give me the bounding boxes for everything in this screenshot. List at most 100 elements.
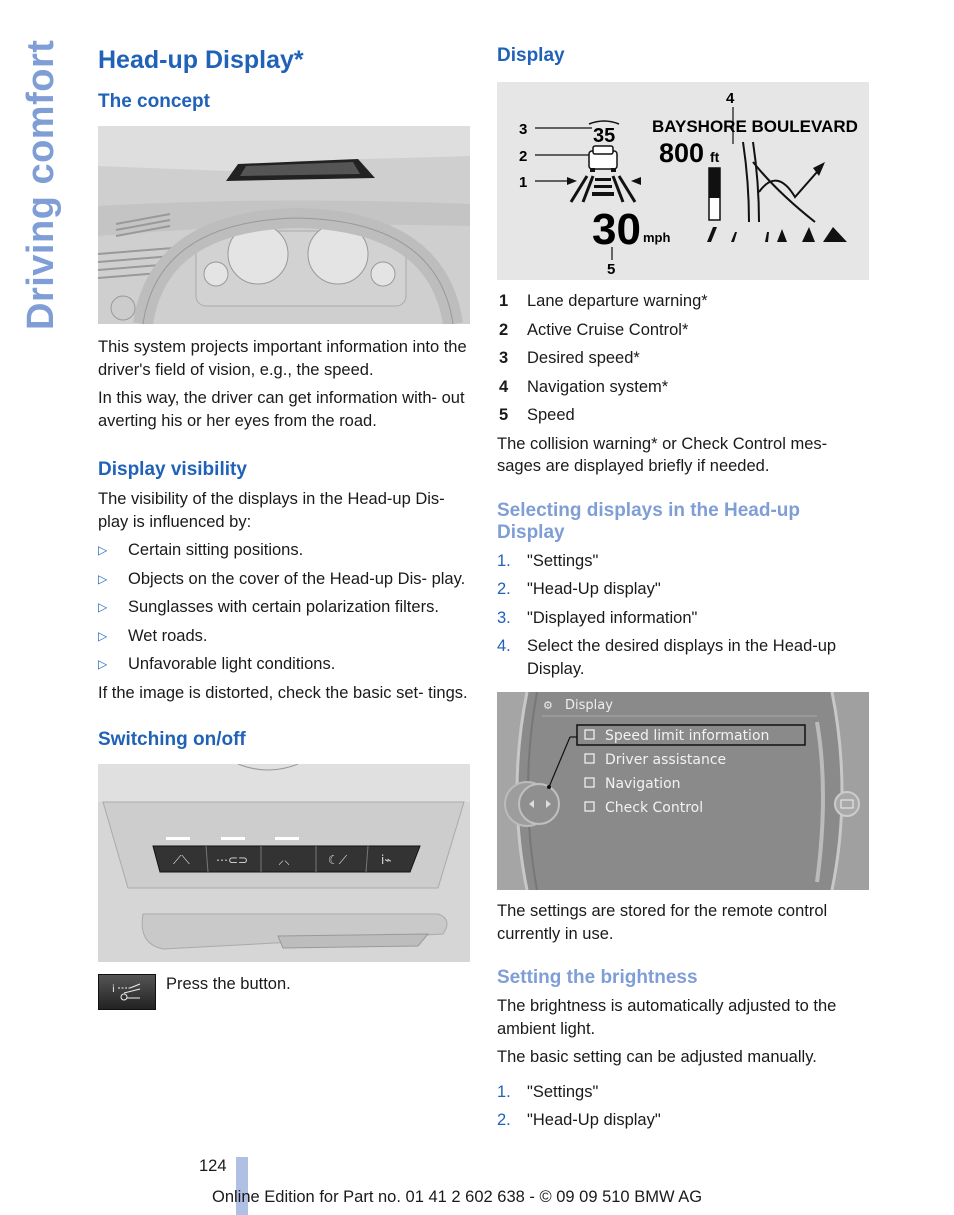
callout-5: 5 xyxy=(607,261,615,278)
concept-paragraph-2: In this way, the driver can get informat… xyxy=(98,389,465,430)
legend-text: Navigation system* xyxy=(527,377,669,396)
press-button-text: Press the button. xyxy=(166,975,291,993)
step-number: 2. xyxy=(497,1111,511,1129)
menu-item-navigation: Navigation xyxy=(605,776,681,792)
collision-warning-icon: ⋯⊂⊃ xyxy=(216,853,248,867)
brightness-heading: Setting the brightness xyxy=(497,967,698,988)
legend-item: 1 Lane departure warning* xyxy=(497,290,869,313)
step-item: 2. "Head-Up display" xyxy=(497,578,869,601)
list-item-text: Certain sitting positions. xyxy=(128,541,304,559)
triangle-bullet-icon: ▷ xyxy=(98,571,108,586)
callout-2: 2 xyxy=(519,148,527,165)
street-name: BAYSHORE BOULEVARD xyxy=(652,117,858,136)
concept-paragraph-1: This system projects important informati… xyxy=(98,338,467,379)
menu-item-check-control: Check Control xyxy=(605,800,703,816)
list-item: ▷ Objects on the cover of the Head-up Dis… xyxy=(98,568,470,591)
triangle-bullet-icon: ▷ xyxy=(98,600,108,614)
legend-item: 4 Navigation system* xyxy=(497,376,869,399)
list-item-text: Unfavorable light conditions. xyxy=(128,655,336,673)
night-vision-icon: ☾⟋ xyxy=(328,853,348,867)
svg-text:i: i xyxy=(112,984,115,995)
visibility-heading: Display visibility xyxy=(98,459,247,480)
legend-item: 2 Active Cruise Control* xyxy=(497,319,869,342)
high-beam-icon: ⸝⸜ xyxy=(278,853,290,867)
distance-unit: ft xyxy=(710,149,720,165)
step-item: 4. Select the desired displays in the Hea… xyxy=(497,635,869,680)
step-text: "Head-Up display" xyxy=(527,580,661,598)
legend-number: 5 xyxy=(499,406,509,424)
legend-number: 3 xyxy=(499,349,509,367)
concept-heading: The concept xyxy=(98,91,210,112)
step-item: 1. "Settings" xyxy=(497,1081,869,1104)
legend-text: Desired speed* xyxy=(527,349,640,367)
step-text: Select the desired displays in the Head-… xyxy=(527,637,837,678)
menu-item-driver-assistance: Driver assistance xyxy=(605,752,726,768)
chapter-side-title: Driving comfort xyxy=(20,39,62,330)
visibility-note: If the image is distorted, check the bas… xyxy=(98,683,468,702)
list-item-text: Wet roads. xyxy=(128,626,208,645)
list-item-text: Objects on the cover of the Head-up Dis-… xyxy=(128,569,466,588)
idrive-screen-figure: ⚙ Display Speed limit information Driver… xyxy=(497,692,869,890)
step-item: 1. "Settings" xyxy=(497,550,869,573)
hud-legend-list: 1 Lane departure warning* 2 Active Cruise … xyxy=(497,290,869,427)
settings-gear-icon: ⚙ xyxy=(543,699,553,712)
list-item: ▷ Wet roads. xyxy=(98,625,470,648)
callout-1: 1 xyxy=(519,174,527,191)
distance-value: 800 xyxy=(659,138,704,168)
legend-number: 2 xyxy=(499,320,509,339)
step-text: "Settings" xyxy=(527,551,599,570)
hud-icon: i⌁ xyxy=(381,853,392,867)
options-button xyxy=(834,791,860,817)
step-number: 3. xyxy=(497,608,511,627)
head-up-display-icon: i xyxy=(112,983,141,1001)
step-item: 2. "Head-Up display" xyxy=(497,1109,869,1132)
brightness-steps: 1. "Settings" 2. "Head-Up display" xyxy=(497,1081,869,1132)
idrive-screen: ⚙ Display Speed limit information Driver… xyxy=(497,692,869,890)
brightness-paragraph-2: The basic setting can be adjusted manual… xyxy=(497,1048,817,1066)
legend-text: Speed xyxy=(527,406,575,424)
brightness-paragraph-1: The brightness is automatically adjusted… xyxy=(497,997,837,1038)
triangle-bullet-icon: ▷ xyxy=(98,628,108,643)
current-speed-value: 30 xyxy=(592,205,641,254)
edition-footer: Online Edition for Part no. 01 41 2 602 … xyxy=(212,1188,703,1206)
desired-speed-value: 35 xyxy=(593,125,615,147)
triangle-bullet-icon: ▷ xyxy=(98,657,108,671)
callout-3: 3 xyxy=(519,121,527,138)
step-number: 1. xyxy=(497,551,511,570)
switching-heading: Switching on/off xyxy=(98,729,246,750)
legend-item: 3 Desired speed* xyxy=(497,347,869,370)
step-item: 3. "Displayed information" xyxy=(497,607,869,630)
legend-item: 5 Speed xyxy=(497,404,869,427)
menu-item-speed-limit: Speed limit information xyxy=(605,728,769,744)
list-item: ▷ Sunglasses with certain polarization fi… xyxy=(98,596,470,619)
selecting-heading: Selecting displays in the Head-up Displa… xyxy=(497,499,801,543)
button-panel-illustration: ⟋⟍ ⋯⊂⊃ ⸝⸜ ☾⟋ i⌁ xyxy=(98,764,470,962)
dashboard-figure xyxy=(98,126,470,324)
step-number: 2. xyxy=(497,580,511,598)
press-instruction: i Press the button. xyxy=(98,974,470,1010)
page-number: 124 xyxy=(199,1157,227,1175)
visibility-bullet-list: ▷ Certain sitting positions. ▷ Objects on … xyxy=(98,539,470,676)
callout-4: 4 xyxy=(726,90,735,107)
button-panel-figure: ⟋⟍ ⋯⊂⊃ ⸝⸜ ☾⟋ i⌁ xyxy=(98,764,470,962)
screen-title: Display xyxy=(565,698,613,713)
dashboard-illustration xyxy=(98,126,470,324)
selecting-steps: 1. "Settings" 2. "Head-Up display" 3. "Disp… xyxy=(497,550,869,681)
collision-note: The collision warning* or Check Control … xyxy=(497,434,828,476)
step-number: 1. xyxy=(497,1082,511,1101)
visibility-intro: The visibility of the displays in the He… xyxy=(98,490,445,531)
car-ahead-icon xyxy=(588,145,618,172)
step-text: "Head-Up display" xyxy=(527,1111,661,1129)
legend-number: 4 xyxy=(499,377,509,396)
hud-button[interactable]: i xyxy=(98,974,156,1010)
right-column: Display 3 2 1 4 5 35 30 mph BAYSHORE BOU… xyxy=(497,44,869,1138)
lane-warning-icon: ⟋⟍ xyxy=(173,853,190,867)
legend-text: Active Cruise Control* xyxy=(527,320,689,339)
legend-text: Lane departure warning* xyxy=(527,292,708,310)
step-text: "Displayed information" xyxy=(527,608,698,627)
list-item-text: Sunglasses with certain polarization fil… xyxy=(128,598,439,616)
hud-figure: 3 2 1 4 5 35 30 mph BAYSHORE BOULEVARD 8… xyxy=(497,82,869,280)
list-item: ▷ Unfavorable light conditions. xyxy=(98,653,470,676)
left-column: Head-up Display* The concept This system… xyxy=(98,44,470,1010)
triangle-bullet-icon: ▷ xyxy=(98,543,108,557)
